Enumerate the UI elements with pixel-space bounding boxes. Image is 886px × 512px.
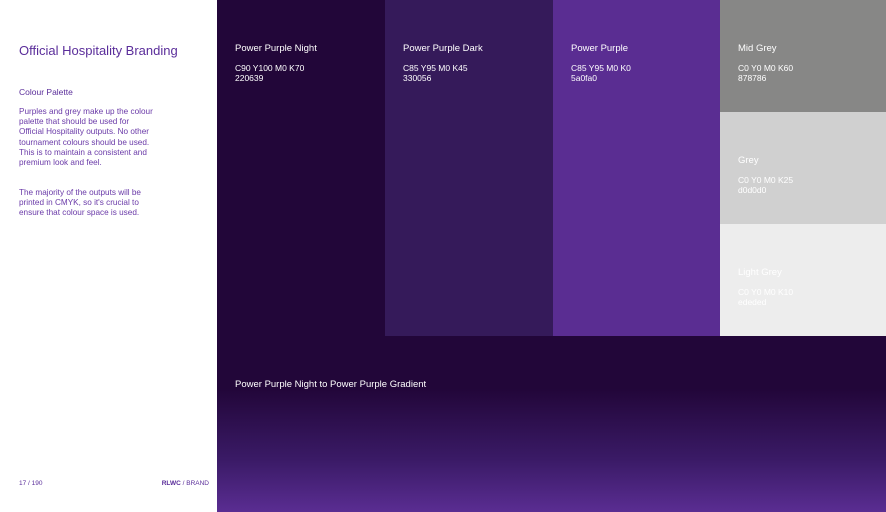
swatch-cmyk: C85 Y95 M0 K45 xyxy=(403,63,468,73)
swatch-name: Power Purple xyxy=(571,43,629,54)
section-subtitle: Colour Palette xyxy=(19,87,73,97)
swatch-power-purple-night: Power Purple Night C90 Y100 M0 K70 22063… xyxy=(217,0,385,336)
swatch-hex: 5a0fa0 xyxy=(571,73,597,83)
swatch-name: Mid Grey xyxy=(738,43,777,54)
page-number: 17 / 190 xyxy=(19,480,43,487)
swatch-name: Grey xyxy=(738,155,759,166)
description-paragraph-2: The majority of the outputs will be prin… xyxy=(19,188,141,218)
swatch-grey: Grey C0 Y0 M0 K25 d0d0d0 xyxy=(720,112,886,224)
swatch-cmyk: C90 Y100 M0 K70 xyxy=(235,63,305,73)
swatch-power-purple: Power Purple C85 Y95 M0 K0 5a0fa0 xyxy=(553,0,720,336)
footer-brand: RLWC / BRAND xyxy=(162,480,209,487)
swatch-name: Power Purple Dark xyxy=(403,43,483,54)
page-title: Official Hospitality Branding xyxy=(19,43,178,58)
brand-section: / BRAND xyxy=(180,480,209,487)
swatch-cmyk: C0 Y0 M0 K60 xyxy=(738,63,794,73)
brand-name: RLWC xyxy=(161,480,181,487)
gradient-name: Power Purple Night to Power Purple Gradi… xyxy=(235,379,427,390)
gradient-swatch: Power Purple Night to Power Purple Gradi… xyxy=(217,336,886,512)
swatch-cmyk: C0 Y0 M0 K25 xyxy=(738,175,794,185)
swatch-hex: ededed xyxy=(738,297,767,307)
swatch-hex: 220639 xyxy=(235,73,264,83)
swatch-power-purple-dark: Power Purple Dark C85 Y95 M0 K45 330056 xyxy=(385,0,553,336)
swatch-hex: 878786 xyxy=(738,73,767,83)
swatch-hex: 330056 xyxy=(403,73,432,83)
swatch-cmyk: C0 Y0 M0 K10 xyxy=(738,287,794,297)
swatch-mid-grey: Mid Grey C0 Y0 M0 K60 878786 xyxy=(720,0,886,112)
swatch-cmyk: C85 Y95 M0 K0 xyxy=(571,63,631,73)
swatch-name: Power Purple Night xyxy=(235,43,317,54)
swatch-light-grey: Light Grey C0 Y0 M0 K10 ededed xyxy=(720,224,886,336)
swatch-hex: d0d0d0 xyxy=(738,185,767,195)
description-paragraph-1: Purples and grey make up the colour pale… xyxy=(19,107,153,168)
sidebar: Official Hospitality Branding Colour Pal… xyxy=(0,0,217,512)
swatch-name: Light Grey xyxy=(738,267,782,278)
